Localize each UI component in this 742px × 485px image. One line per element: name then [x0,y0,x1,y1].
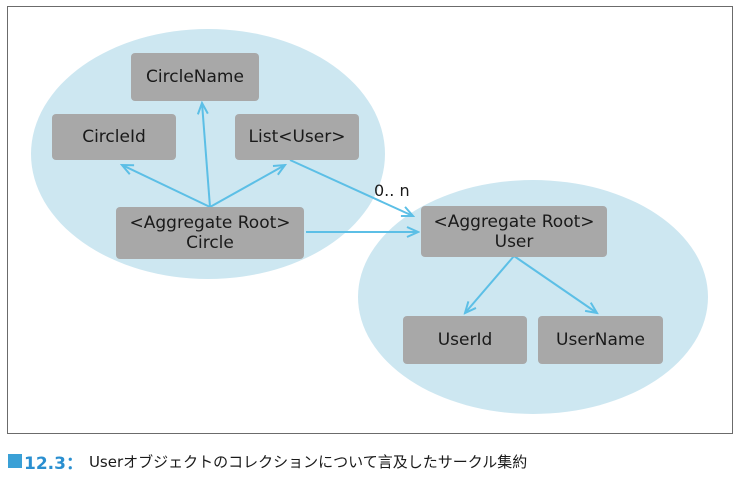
node-circle-name: CircleName [131,53,259,101]
node-list-user: List<User> [235,114,359,160]
node-user-name: UserName [538,316,663,364]
node-circle-id: CircleId [52,114,176,160]
figure-caption: 12.3： Userオブジェクトのコレクションについて言及したサークル集約 [8,449,528,474]
figure-icon [8,454,22,468]
multiplicity-label: 0.. n [374,181,410,200]
node-user-aggregate-root: <Aggregate Root> User [421,206,607,257]
node-user-id: UserId [403,316,527,364]
figure-number: 12.3： [24,453,83,474]
aggregate-diagram [31,29,708,414]
node-circle-aggregate-root: <Aggregate Root> Circle [116,207,304,259]
figure-caption-text: Userオブジェクトのコレクションについて言及したサークル集約 [88,452,528,471]
